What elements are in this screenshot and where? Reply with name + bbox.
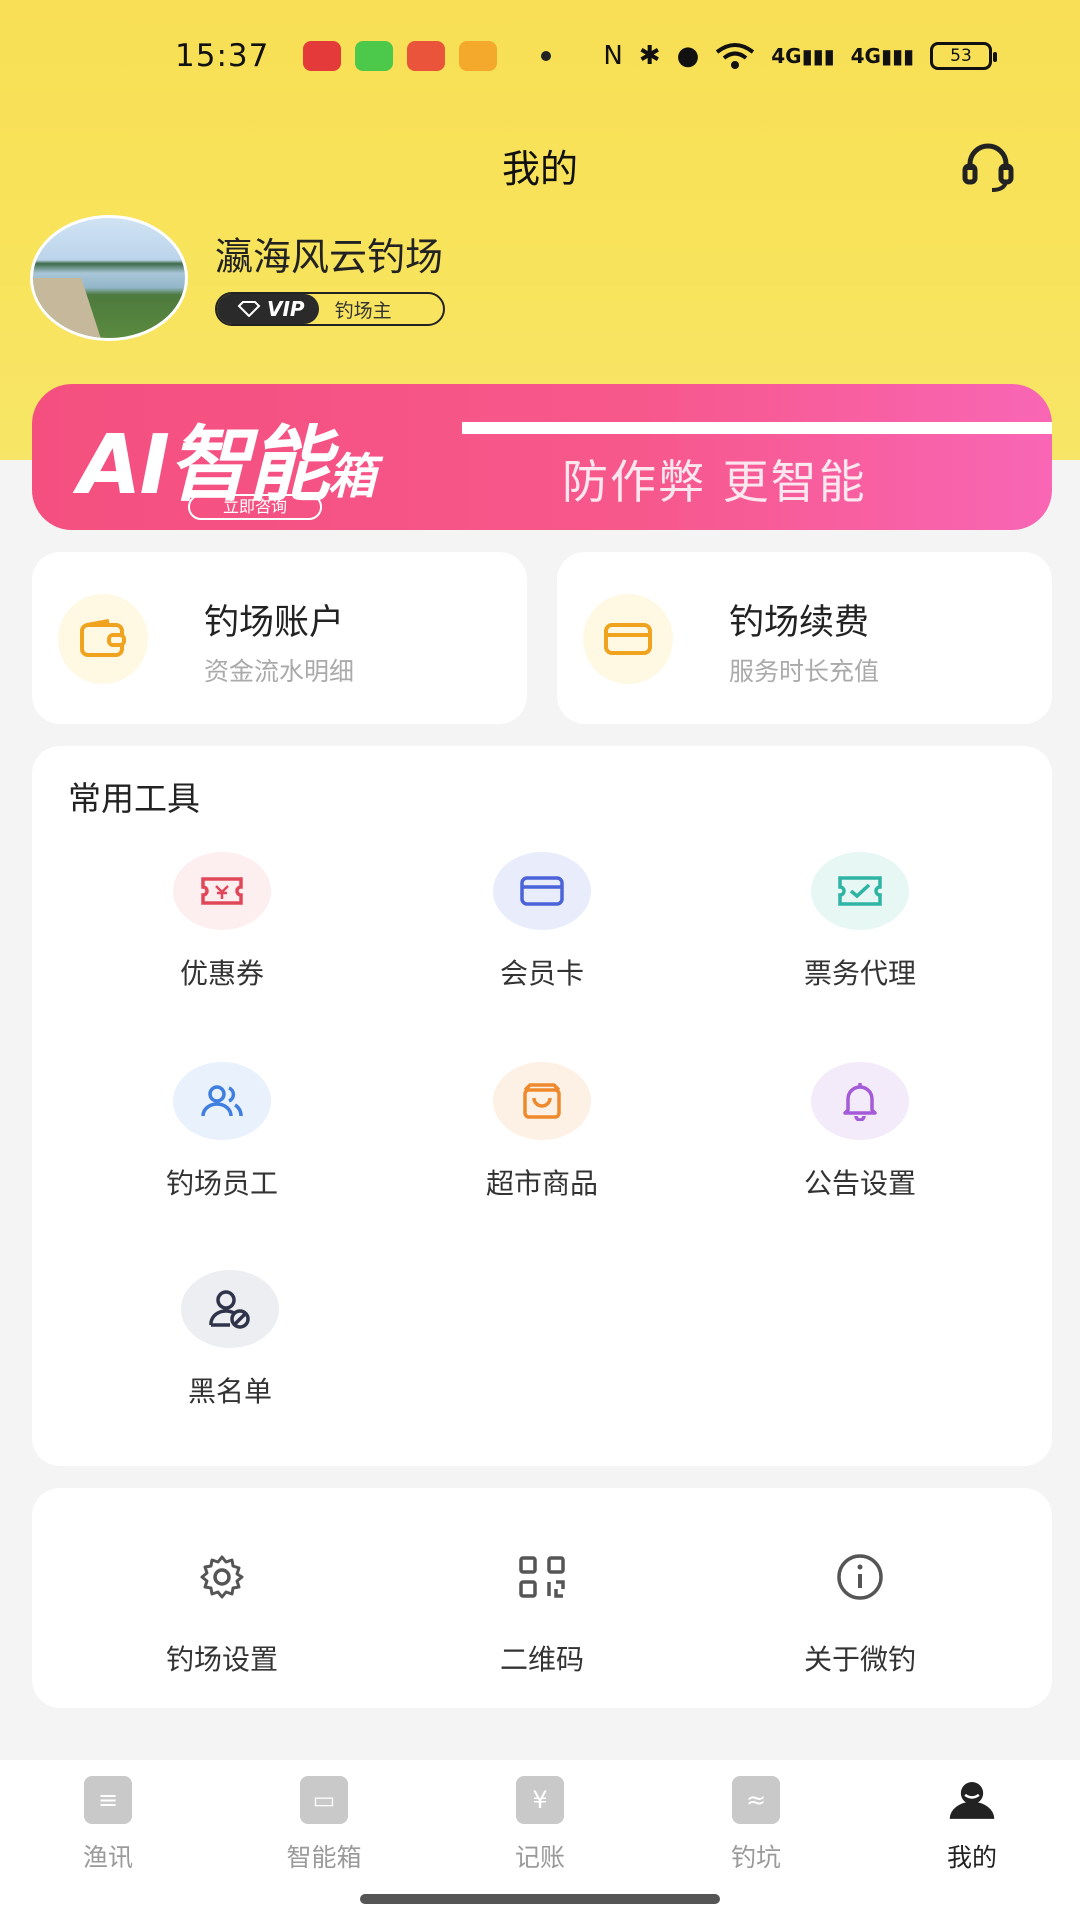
about-button[interactable]: 关于微钓 [760, 1538, 960, 1678]
settings-label: 钓场设置 [165, 1643, 278, 1676]
tab-news[interactable]: ≡ 渔讯 [38, 1776, 178, 1874]
toutiao-app-icon [303, 41, 342, 71]
tool-ticket-agent[interactable]: 票务代理 [760, 852, 960, 992]
avatar[interactable] [30, 215, 188, 341]
diamond-icon [237, 301, 261, 317]
news-icon: ≡ [84, 1776, 132, 1824]
ledger-icon: ¥ [516, 1776, 564, 1824]
info-icon [811, 1538, 909, 1616]
users-icon [173, 1062, 271, 1140]
user-blocked-icon [181, 1270, 279, 1348]
messages-app-icon [355, 41, 394, 71]
tool-member-card[interactable]: 会员卡 [442, 852, 642, 992]
role-label: 钓场主 [334, 299, 392, 322]
tool-announcement[interactable]: 公告设置 [760, 1062, 960, 1202]
tab-label: 渔讯 [82, 1843, 133, 1872]
more-notifications-icon [541, 51, 552, 61]
tab-pond[interactable]: ≈ 钓坑 [686, 1776, 826, 1874]
tab-label: 钓坑 [730, 1843, 781, 1872]
tab-profile[interactable]: 我的 [902, 1776, 1042, 1874]
signal-icon-1: 4G▮▮▮ [771, 44, 835, 68]
nfc-icon: N [603, 41, 623, 71]
customer-service-icon[interactable] [960, 138, 1016, 194]
account-subtitle: 资金流水明细 [204, 657, 355, 686]
battery-icon: 53 [930, 42, 997, 70]
tab-ledger[interactable]: ¥ 记账 [470, 1776, 610, 1874]
tool-blacklist[interactable]: 黑名单 [130, 1270, 330, 1410]
fishing-settings-button[interactable]: 钓场设置 [122, 1538, 322, 1678]
bell-icon [811, 1062, 909, 1140]
news-app-icon [407, 41, 446, 71]
settings-section: 钓场设置 二维码 关于微钓 [32, 1488, 1052, 1708]
signal-icon-2: 4G▮▮▮ [850, 44, 914, 68]
home-indicator[interactable] [360, 1894, 720, 1904]
qrcode-label: 二维码 [499, 1643, 584, 1676]
tool-label: 公告设置 [803, 1167, 916, 1200]
tab-label: 我的 [946, 1843, 997, 1872]
notification-icons [303, 41, 552, 71]
tool-market-goods[interactable]: 超市商品 [442, 1062, 642, 1202]
tools-section: 常用工具 优惠券 会员卡 票务代理 钓场员工 超市商品 公告设置 黑名单 [32, 746, 1052, 1466]
renewal-card[interactable]: 钓场续费 服务时长充值 [557, 552, 1052, 724]
bag-icon [493, 1062, 591, 1140]
renewal-subtitle: 服务时长充值 [729, 657, 880, 686]
wallet-icon [58, 594, 148, 684]
profile-icon [948, 1776, 996, 1824]
banner-stripe [462, 422, 1052, 434]
tool-label: 黑名单 [187, 1375, 272, 1408]
card-icon [583, 594, 673, 684]
tab-smart-box[interactable]: ▭ 智能箱 [254, 1776, 394, 1874]
vip-label: VIP [217, 294, 319, 324]
tool-label: 票务代理 [803, 957, 916, 990]
about-label: 关于微钓 [803, 1643, 916, 1676]
account-card[interactable]: 钓场账户 资金流水明细 [32, 552, 527, 724]
page-title: 我的 [501, 147, 578, 191]
tool-staff[interactable]: 钓场员工 [122, 1062, 322, 1202]
promo-banner[interactable]: AI智能箱 立即咨询 防作弊 更智能 [32, 384, 1052, 530]
box-icon: ▭ [300, 1776, 348, 1824]
account-title: 钓场账户 [204, 603, 345, 643]
tool-label: 会员卡 [499, 957, 584, 990]
wifi-icon [716, 43, 755, 69]
tool-label: 优惠券 [179, 957, 264, 990]
pond-icon: ≈ [732, 1776, 780, 1824]
tools-title: 常用工具 [68, 779, 200, 818]
tab-label: 记账 [514, 1843, 565, 1872]
video-app-icon [459, 41, 498, 71]
system-status: N ✱ ● 4G▮▮▮ 4G▮▮▮ 53 [603, 41, 997, 71]
banner-slogan: 防作弊 更智能 [562, 455, 867, 509]
vip-badge: VIP 钓场主 [215, 292, 445, 326]
status-time: 15:37 [175, 38, 270, 74]
ticket-check-icon [811, 852, 909, 930]
status-bar: 15:37 N ✱ ● 4G▮▮▮ 4G▮▮▮ 53 [0, 0, 1080, 112]
ticket-icon [173, 852, 271, 930]
tool-label: 钓场员工 [165, 1167, 278, 1200]
page-header: 我的 [0, 130, 1080, 194]
renewal-title: 钓场续费 [729, 603, 870, 643]
tool-label: 超市商品 [485, 1167, 598, 1200]
gear-icon [173, 1538, 271, 1616]
qrcode-icon [493, 1538, 591, 1616]
card-icon [493, 852, 591, 930]
tab-label: 智能箱 [286, 1843, 362, 1872]
qrcode-button[interactable]: 二维码 [442, 1538, 642, 1678]
tool-coupon[interactable]: 优惠券 [122, 852, 322, 992]
profile-name: 瀛海风云钓场 [215, 235, 444, 279]
location-icon: ● [676, 41, 700, 71]
consult-button[interactable]: 立即咨询 [188, 494, 322, 520]
bluetooth-icon: ✱ [638, 41, 661, 71]
